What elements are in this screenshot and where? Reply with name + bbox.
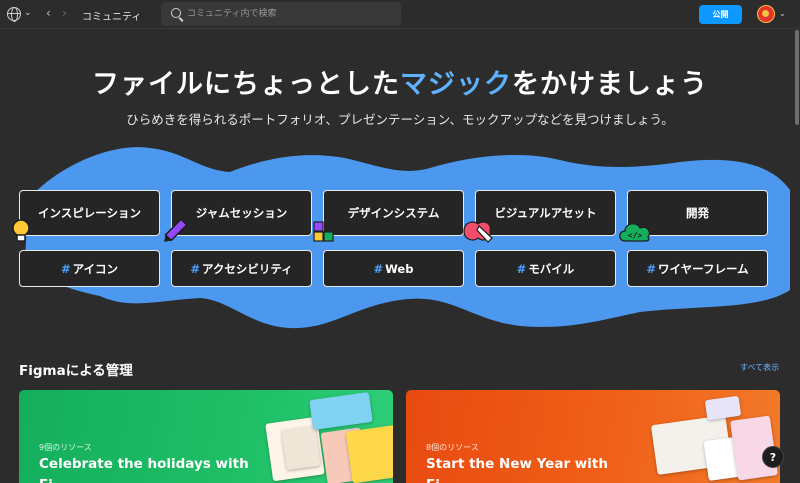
resource-card-holidays[interactable]: 9個のリソース Celebrate the holidays with Fi <box>19 390 393 483</box>
category-jam-session[interactable]: ジャムセッション <box>171 190 312 236</box>
tag-icons[interactable]: # アイコン <box>19 250 160 287</box>
card-title-line2: Fi <box>426 477 440 483</box>
tag-web[interactable]: # Web <box>323 250 464 287</box>
code-cloud-icon: </> <box>619 223 651 242</box>
card-thumbnail <box>704 395 742 421</box>
card-thumbnail <box>345 424 393 483</box>
card-title-line2: Fi <box>39 477 53 483</box>
card-resource-count: 9個のリソース <box>39 443 92 452</box>
card-thumbnail <box>309 391 373 431</box>
component-blocks-icon <box>313 221 334 242</box>
tag-wireframe[interactable]: # ワイヤーフレーム <box>627 250 768 287</box>
tag-mobile[interactable]: # モバイル <box>475 250 616 287</box>
category-inspiration[interactable]: インスピレーション <box>19 190 160 236</box>
resource-card-new-year[interactable]: 8個のリソース Start the New Year with Fi <box>406 390 780 483</box>
card-resource-count: 8個のリソース <box>426 443 479 452</box>
help-button[interactable]: ? <box>762 446 784 468</box>
category-design-system[interactable]: デザインシステム <box>323 190 464 236</box>
pencil-icon <box>164 218 188 242</box>
lightbulb-icon <box>12 219 30 242</box>
pen-tool-icon <box>463 221 493 243</box>
card-title: Celebrate the holidays with <box>39 456 249 472</box>
category-visual-assets[interactable]: ビジュアルアセット <box>475 190 616 236</box>
svg-text:</>: </> <box>628 231 643 240</box>
section-title: Figmaによる管理 <box>19 363 133 379</box>
card-title: Start the New Year with <box>426 456 608 472</box>
see-all-link[interactable]: すべて表示 <box>740 362 779 373</box>
tag-accessibility[interactable]: # アクセシビリティ <box>171 250 312 287</box>
card-thumbnail <box>281 425 321 471</box>
